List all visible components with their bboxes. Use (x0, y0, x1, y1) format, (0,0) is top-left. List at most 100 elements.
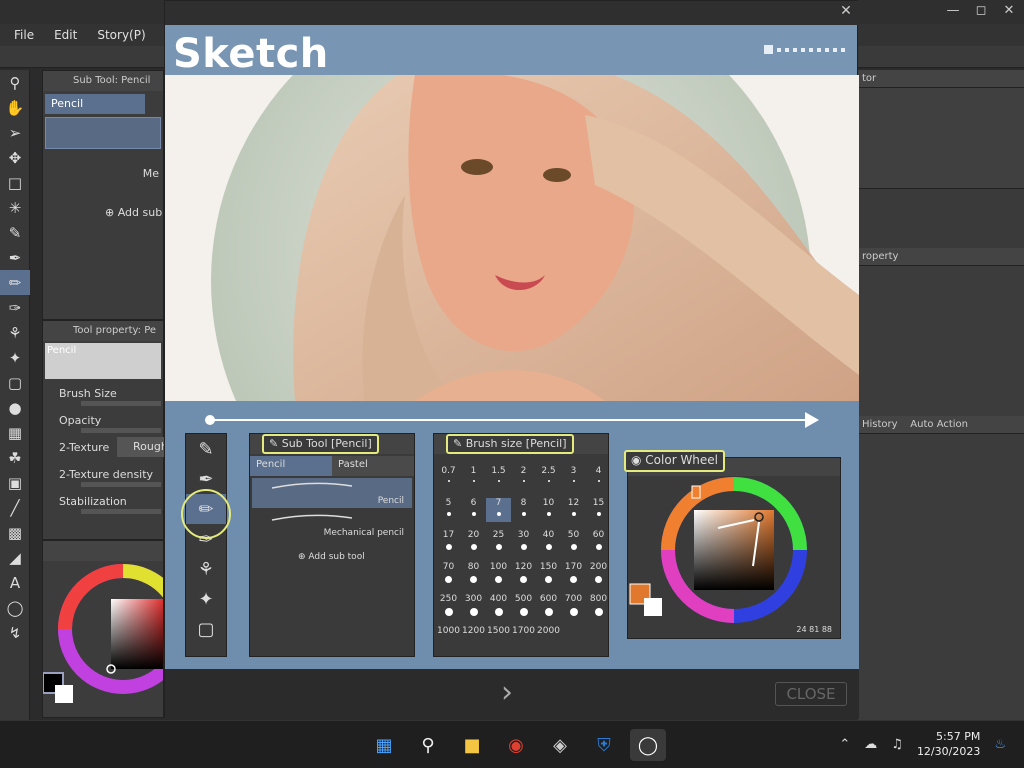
chrome-icon[interactable]: ◉ (498, 729, 534, 761)
clip-studio-icon[interactable]: ◈ (542, 729, 578, 761)
tray-chevron-icon[interactable]: ⌃ (839, 737, 850, 752)
file-explorer-icon[interactable]: ■ (454, 729, 490, 761)
selection-tool-icon[interactable]: □ (0, 170, 30, 195)
subtool-tab-pencil[interactable]: Pencil (45, 94, 145, 114)
security-shield-icon[interactable]: ⛨ (586, 729, 622, 761)
network-icon[interactable]: ☁ (864, 737, 877, 752)
brush-size-cell: 200 (586, 562, 611, 586)
history-tab[interactable]: History Auto Action (858, 416, 1024, 434)
brush-size-cell: 4 (586, 466, 611, 490)
search-icon[interactable]: ⚲ (410, 729, 446, 761)
close-icon[interactable]: ✕ (1002, 3, 1016, 18)
brush-size-cell: 20 (461, 530, 486, 554)
eyedropper-icon[interactable]: ✎ (0, 220, 30, 245)
eraser-tool-icon[interactable]: ▢ (0, 370, 30, 395)
ruler-tool-icon[interactable]: ◢ (0, 545, 30, 570)
next-page-chevron-icon[interactable]: › (501, 675, 513, 710)
brush-size-cell: 1500 (487, 626, 510, 636)
brush-size-cell: 400 (486, 594, 511, 618)
brush-size-cell: 6 (461, 498, 486, 522)
color-panel (42, 540, 188, 719)
zoom-tool-icon[interactable]: ⚲ (0, 70, 30, 95)
notification-bell-icon[interactable]: ♨ (994, 737, 1006, 752)
airbrush-tool-icon[interactable]: ⚘ (0, 320, 30, 345)
close-button[interactable]: CLOSE (775, 682, 847, 706)
fill-tool-icon[interactable]: ▦ (0, 420, 30, 445)
auto-select-icon[interactable]: ✳ (0, 195, 30, 220)
correct-line-tool-icon[interactable]: ↯ (0, 620, 30, 645)
stabilization-property[interactable]: Stabilization (43, 489, 163, 516)
demo-color-title: ◉ Color Wheel (624, 450, 726, 472)
brush-size-property[interactable]: Brush Size (43, 381, 163, 408)
texture-dropdown[interactable]: Rough (117, 437, 168, 457)
demo-add-sub-tool: ⊕ Add sub tool (298, 552, 365, 562)
demo-tab-pastel: Pastel (332, 456, 414, 476)
text-tool-icon[interactable]: A (0, 570, 30, 595)
page-indicator (764, 45, 845, 54)
subtool-panel: Sub Tool: Pencil Pencil Me ⊕ Add sub (42, 70, 164, 320)
brush-size-cell: 1 (461, 466, 486, 490)
demo-subtool-panel: ✎ Sub Tool [Pencil] Pencil Pastel Pencil… (249, 433, 415, 657)
menu-file[interactable]: File (14, 28, 34, 42)
dialog-title-bar: ✕ (165, 1, 859, 25)
page-dot (817, 47, 821, 52)
operation-tool-icon[interactable]: ➢ (0, 120, 30, 145)
brush-size-cell: 15 (586, 498, 611, 522)
gradient-tool-icon[interactable]: ▣ (0, 470, 30, 495)
brush-size-grid: 0.7 1 1.5 2 2.5 3 4 5 6 7 8 10 12 15 17 20 25 30 40 50 60 70 8… (434, 454, 608, 650)
brush-size-cell: 1.5 (486, 466, 511, 490)
brush-size-cell: 40 (536, 530, 561, 554)
tutorial-content: ✎ ✒ ✏ ✑ ⚘ ✦ ▢ ✎ Sub Tool [Pencil] Pencil… (165, 401, 859, 669)
windows-start-icon[interactable]: ▦ (366, 729, 402, 761)
color-wheel-left[interactable] (42, 561, 188, 719)
blend-tool-icon[interactable]: ● (0, 395, 30, 420)
demo-subtool-tabs: Pencil Pastel (250, 456, 414, 476)
balloon-tool-icon[interactable]: ◯ (0, 595, 30, 620)
add-sub-tool-button[interactable]: ⊕ Add sub (43, 180, 163, 219)
layer-controls (858, 434, 1024, 494)
demo-color-wheel (629, 477, 807, 623)
hand-tool-icon[interactable]: ✋ (0, 95, 30, 120)
page-dot (764, 45, 773, 54)
dialog-title: Sketch (173, 31, 329, 77)
frame-tool-icon[interactable]: ▩ (0, 520, 30, 545)
taskbar: ▦ ⚲ ■ ◉ ◈ ⛨ ◯ ⌃ ☁ ♫ 5:57 PM 12/30/2023 ♨ (0, 720, 1024, 768)
layer-property-tab[interactable]: roperty (858, 248, 1024, 266)
navigator-controls (858, 188, 1024, 248)
minimize-icon[interactable]: — (946, 3, 960, 18)
maximize-icon[interactable]: ◻ (974, 3, 988, 18)
brush-size-cell: 10 (536, 498, 561, 522)
clip-studio-paint-icon[interactable]: ◯ (630, 729, 666, 761)
page-dot (801, 47, 805, 52)
opacity-property[interactable]: Opacity (43, 408, 163, 435)
texture-density-property[interactable]: 2-Texture density (43, 462, 163, 489)
navigator-tab[interactable]: tor (858, 70, 1024, 88)
brush-size-cell: 100 (486, 562, 511, 586)
volume-icon[interactable]: ♫ (891, 737, 903, 752)
brush-tool-icon[interactable]: ✑ (0, 295, 30, 320)
dialog-close-icon[interactable]: ✕ (837, 3, 855, 21)
subtool-item-pencil[interactable] (45, 117, 161, 149)
brush-size-cell: 800 (586, 594, 611, 618)
demo-eyedropper-icon: ✎ (198, 438, 214, 460)
menu-edit[interactable]: Edit (54, 28, 77, 42)
figure-tool-icon[interactable]: ╱ (0, 495, 30, 520)
menu-story[interactable]: Story(P) (97, 28, 145, 42)
bucket-tool-icon[interactable]: ☘ (0, 445, 30, 470)
subtool-panel-header: Sub Tool: Pencil (43, 71, 163, 91)
move-tool-icon[interactable]: ✥ (0, 145, 30, 170)
clock[interactable]: 5:57 PM 12/30/2023 (917, 729, 980, 759)
brush-size-cell: 150 (536, 562, 561, 586)
brush-size-cell: 700 (561, 594, 586, 618)
dialog-footer: › CLOSE (165, 669, 859, 719)
decoration-tool-icon[interactable]: ✦ (0, 345, 30, 370)
demo-brush-title: ✎ Brush size [Pencil] (446, 434, 574, 454)
pencil-tool-icon[interactable]: ✏ (0, 270, 30, 295)
progress-knob[interactable] (205, 415, 215, 425)
brush-size-cell: 3 (561, 466, 586, 490)
pen-tool-icon[interactable]: ✒ (0, 245, 30, 270)
subtool-item-mechanical[interactable]: Me (43, 167, 163, 180)
sketch-artwork (165, 75, 859, 401)
brush-size-cell: 70 (436, 562, 461, 586)
brush-size-cell: 80 (461, 562, 486, 586)
